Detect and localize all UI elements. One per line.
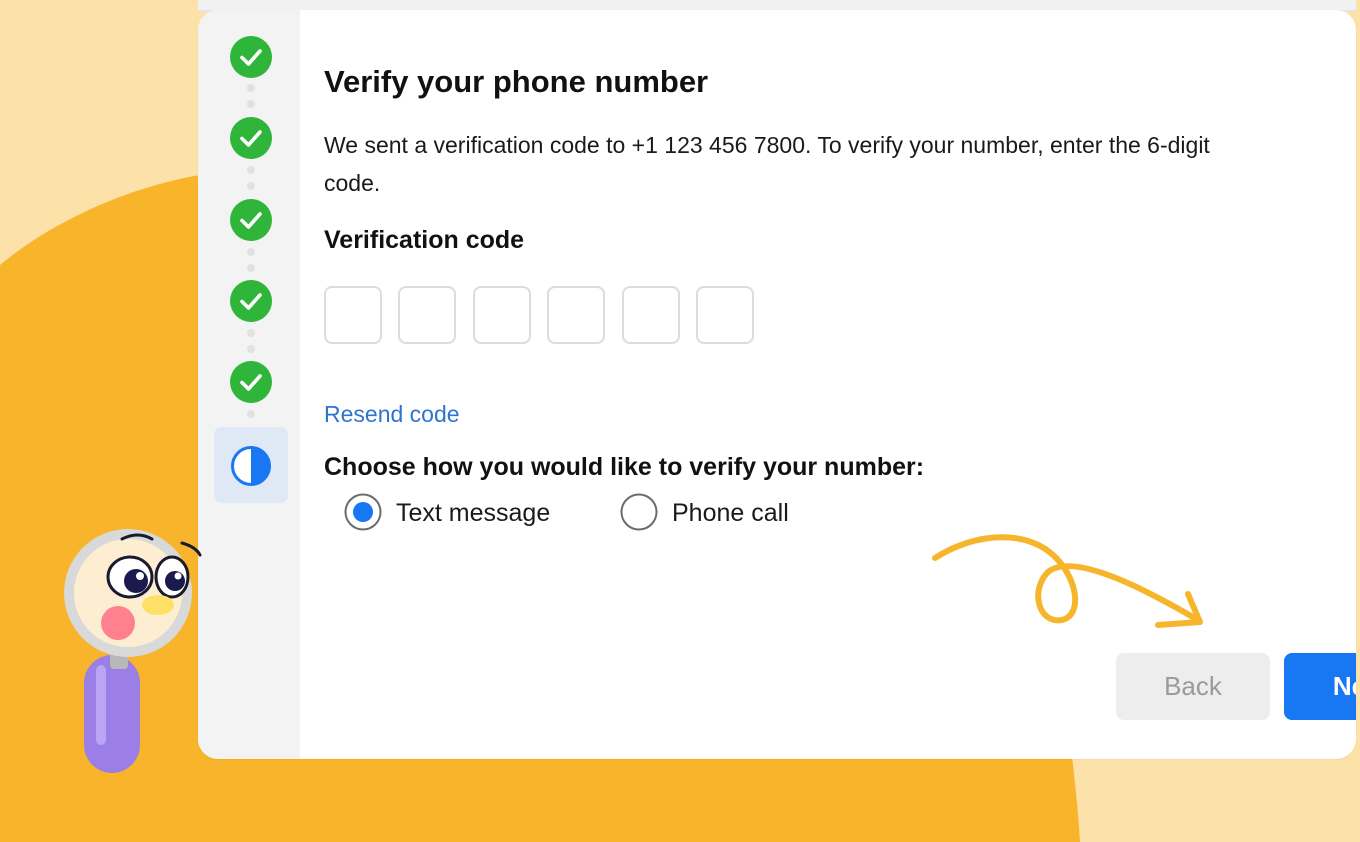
phone-call-label: Phone call	[672, 499, 789, 527]
page-title: Verify your phone number	[324, 64, 709, 99]
next-button[interactable]: Next	[1284, 653, 1356, 720]
progress-stepper	[198, 10, 300, 759]
step-connector	[247, 166, 255, 198]
step-4-check-icon	[230, 280, 272, 322]
code-digit-input[interactable]	[547, 286, 605, 344]
step-connector	[247, 410, 255, 426]
half-circle-progress-icon	[231, 446, 271, 486]
phone-call-radio[interactable]: Phone call	[620, 493, 820, 533]
text-message-radio[interactable]: Text message	[344, 493, 574, 533]
code-digit-input[interactable]	[696, 286, 754, 344]
verification-card: Verify your phone number We sent a verif…	[198, 10, 1356, 759]
step-3-check-icon	[230, 199, 272, 241]
code-label: Verification code	[324, 226, 525, 254]
magnifying-glass-mascot	[64, 529, 202, 773]
code-digit-input[interactable]	[398, 286, 456, 344]
code-digit-input[interactable]	[622, 286, 680, 344]
curly-arrow-icon	[932, 534, 1203, 628]
resend-code-link[interactable]: Resend code	[324, 401, 460, 428]
radio-selected-icon	[344, 493, 382, 531]
code-digit-input[interactable]	[324, 286, 382, 344]
radio-unselected-icon	[620, 493, 658, 531]
step-2-check-icon	[230, 117, 272, 159]
code-digit-input[interactable]	[473, 286, 531, 344]
step-connector	[247, 329, 255, 361]
step-5-check-icon	[230, 361, 272, 403]
method-question: Choose how you would like to verify your…	[324, 453, 925, 481]
step-1-check-icon	[230, 36, 272, 78]
back-button[interactable]: Back	[1116, 653, 1270, 720]
verification-description: We sent a verification code to +1 123 45…	[324, 132, 1210, 196]
step-connector	[247, 248, 255, 280]
step-connector	[247, 84, 255, 116]
text-message-label: Text message	[396, 499, 551, 527]
